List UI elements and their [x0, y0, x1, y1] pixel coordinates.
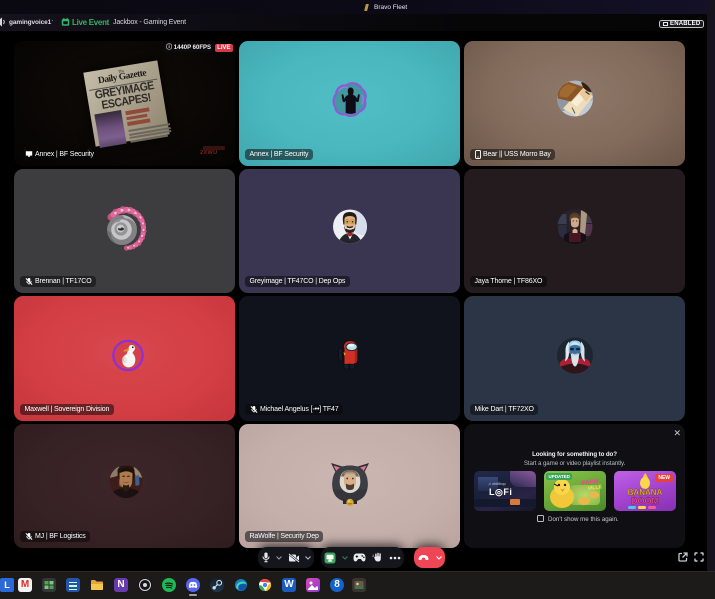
- svg-text:DOOM: DOOM: [631, 496, 659, 506]
- svg-text:VILLE: VILLE: [587, 483, 603, 491]
